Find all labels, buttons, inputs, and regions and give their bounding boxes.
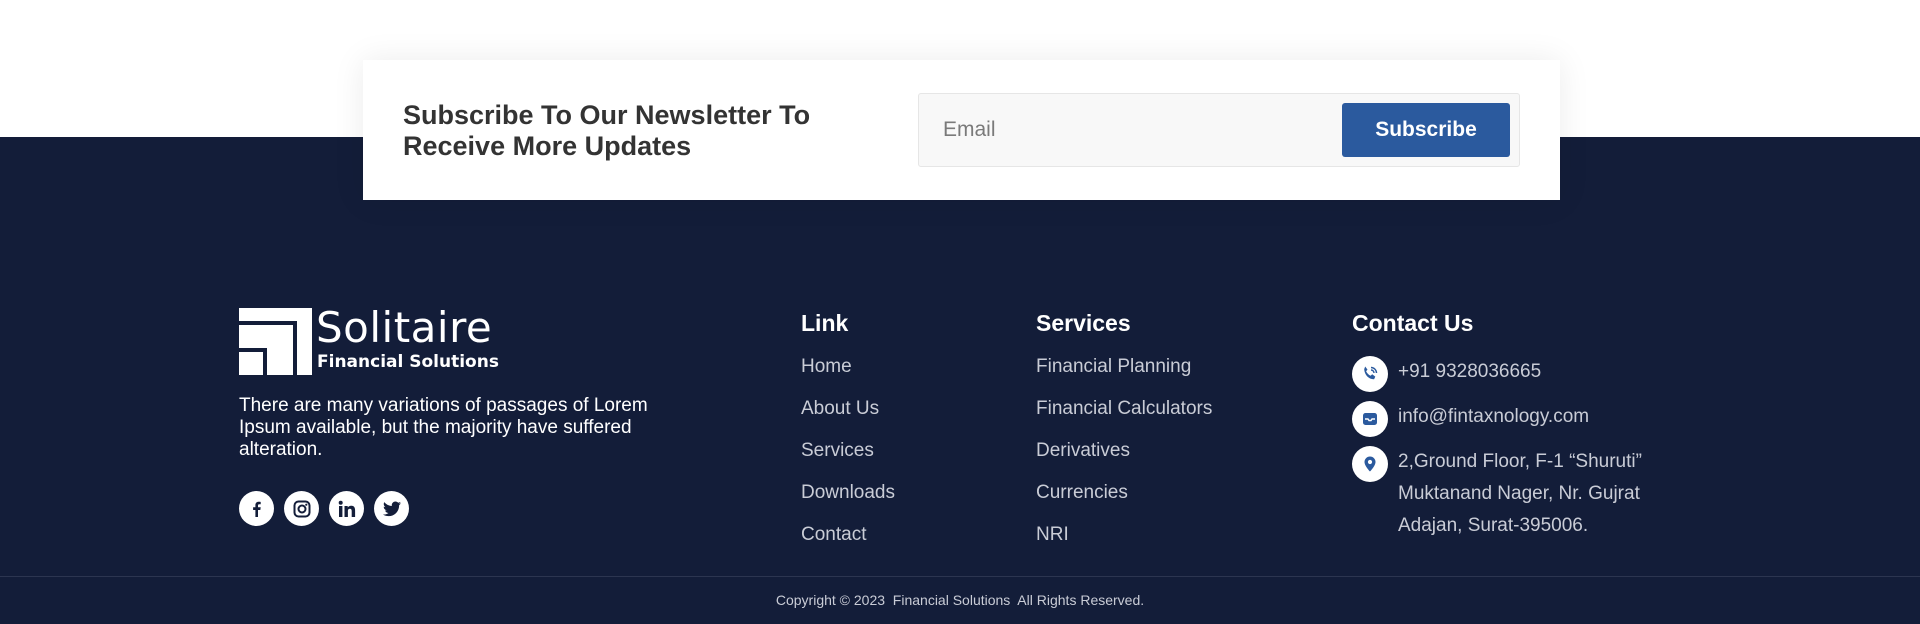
service-derivatives[interactable]: Derivatives xyxy=(1036,440,1212,482)
link-home[interactable]: Home xyxy=(801,356,895,398)
services-title: Services xyxy=(1036,310,1131,336)
link-services[interactable]: Services xyxy=(801,440,895,482)
logo[interactable]: Solitaire Financial Solutions xyxy=(239,303,499,378)
subscribe-button[interactable]: Subscribe xyxy=(1342,103,1510,157)
link-downloads[interactable]: Downloads xyxy=(801,482,895,524)
social-links xyxy=(239,491,409,526)
logo-mark-icon xyxy=(239,308,312,375)
facebook-icon xyxy=(252,501,261,517)
phone-icon-badge xyxy=(1352,356,1388,392)
email-field-container: Subscribe xyxy=(918,93,1520,167)
facebook-link[interactable] xyxy=(239,491,274,526)
contact-phone-text: +91 9328036665 xyxy=(1398,361,1542,382)
location-pin-icon xyxy=(1364,456,1376,472)
location-icon-badge xyxy=(1352,446,1388,482)
service-financial-planning[interactable]: Financial Planning xyxy=(1036,356,1212,398)
footer-links-column: Link Home About Us Services Downloads Co… xyxy=(801,308,895,566)
copyright-text: Copyright © 2023 Financial Solutions All… xyxy=(775,592,1145,608)
footer-contact-column: Contact Us +91 9328036665 info@fintaxnol… xyxy=(1352,308,1658,542)
contact-email[interactable]: info@fintaxnology.com xyxy=(1352,401,1658,446)
service-currencies[interactable]: Currencies xyxy=(1036,482,1212,524)
instagram-icon xyxy=(293,500,310,517)
contact-address: 2,Ground Floor, F-1 “Shuruti” Muktanand … xyxy=(1352,446,1658,542)
brand-description: There are many variations of passages of… xyxy=(239,395,648,460)
twitter-link[interactable] xyxy=(374,491,409,526)
linkedin-link[interactable] xyxy=(329,491,364,526)
contact-title: Contact Us xyxy=(1352,310,1474,336)
link-contact[interactable]: Contact xyxy=(801,524,895,566)
newsletter-card: Subscribe To Our Newsletter To Receive M… xyxy=(363,60,1560,200)
linkedin-icon xyxy=(338,500,355,517)
inbox-icon xyxy=(1363,413,1377,425)
email-input[interactable] xyxy=(943,94,1343,166)
link-about-us[interactable]: About Us xyxy=(801,398,895,440)
footer-divider xyxy=(0,576,1920,577)
phone-icon xyxy=(1364,366,1378,380)
contact-email-text: info@fintaxnology.com xyxy=(1398,406,1590,427)
email-icon-badge xyxy=(1352,401,1388,437)
contact-phone[interactable]: +91 9328036665 xyxy=(1352,356,1658,401)
footer-services-column: Services Financial Planning Financial Ca… xyxy=(1036,308,1212,566)
instagram-link[interactable] xyxy=(284,491,319,526)
logo-name: Solitaire xyxy=(316,303,493,352)
links-title: Link xyxy=(801,310,849,336)
logo-subtitle: Financial Solutions xyxy=(317,352,499,372)
service-nri[interactable]: NRI xyxy=(1036,524,1212,566)
service-financial-calculators[interactable]: Financial Calculators xyxy=(1036,398,1212,440)
twitter-icon xyxy=(382,501,401,516)
contact-address-text: 2,Ground Floor, F-1 “Shuruti” Muktanand … xyxy=(1398,451,1642,536)
newsletter-title: Subscribe To Our Newsletter To Receive M… xyxy=(403,100,811,161)
